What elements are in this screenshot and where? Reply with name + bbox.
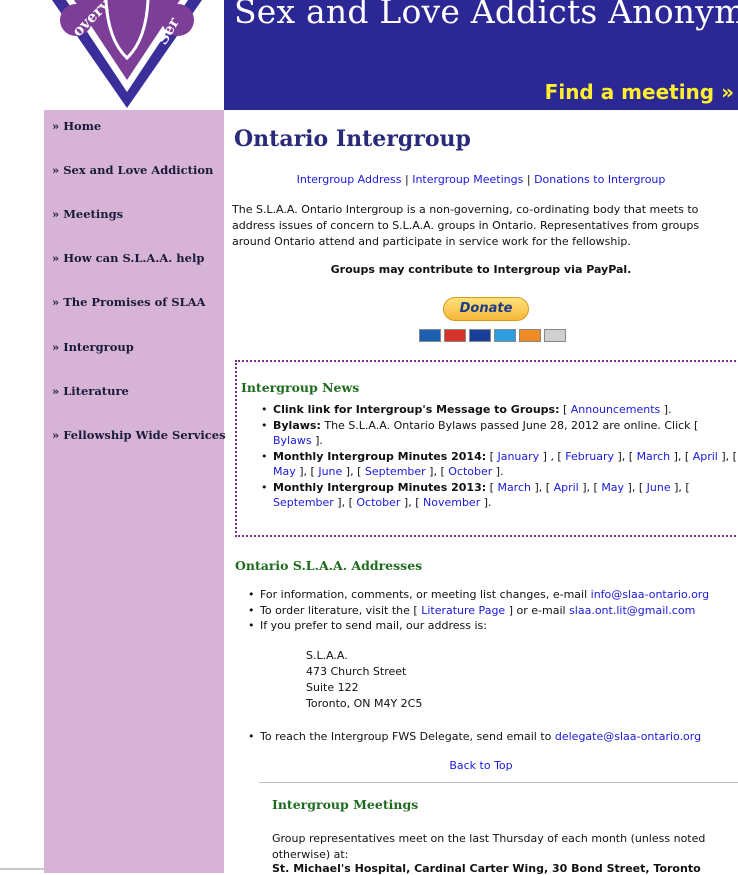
mastercard-icon (444, 329, 466, 342)
minutes-2013-april-link[interactable]: April (554, 481, 579, 494)
meetings-location: St. Michael's Hospital, Cardinal Carter … (272, 862, 701, 875)
news-minutes-2014-item: Monthly Intergroup Minutes 2014: [ Janua… (237, 449, 737, 480)
amex-card-icon (494, 329, 516, 342)
bylaws-label: Bylaws: (273, 418, 321, 432)
announce-label: Clink link for Intergroup's Message to G… (273, 403, 560, 416)
meetings-text: Group representatives meet on the last T… (272, 832, 706, 861)
sidebar-item-intergroup[interactable]: » Intergroup (52, 340, 134, 354)
minutes-2013-may-link[interactable]: May (601, 481, 624, 494)
literature-item: To order literature, visit the [ Literat… (224, 603, 738, 619)
delegate-list: To reach the Intergroup FWS Delegate, se… (224, 729, 738, 745)
minutes-2014-october-link[interactable]: October (448, 465, 492, 478)
payment-cards (419, 329, 569, 342)
minutes-2014-february-link[interactable]: February (565, 450, 614, 463)
literature-page-link[interactable]: Literature Page (421, 604, 505, 617)
minutes-2013-june-link[interactable]: June (647, 481, 671, 494)
sidebar-item-fellowship-wide-services[interactable]: » Fellowship Wide Services (52, 428, 226, 442)
addresses-heading: Ontario S.L.A.A. Addresses (235, 558, 423, 573)
visa-card-icon (469, 329, 491, 342)
announcements-link[interactable]: Announcements (571, 403, 660, 416)
minutes-2014-may-link[interactable]: May (273, 465, 296, 478)
news-heading: Intergroup News (241, 380, 360, 395)
intro-paragraph: The S.L.A.A. Ontario Intergroup is a non… (232, 203, 700, 248)
info-text: For information, comments, or meeting li… (260, 588, 588, 601)
bylaws-link[interactable]: Bylaws (273, 434, 312, 447)
minutes-2014-label: Monthly Intergroup Minutes 2014: (273, 449, 487, 463)
sidebar-item-home[interactable]: » Home (52, 119, 101, 133)
find-meeting-link[interactable]: Find a meeting » (545, 80, 734, 104)
info-email-link[interactable]: info@slaa-ontario.org (591, 588, 709, 601)
separator: | (401, 173, 413, 186)
back-to-top-link[interactable]: Back to Top (449, 759, 512, 772)
back-to-top-container: Back to Top (224, 759, 738, 772)
mail-item: If you prefer to send mail, our address … (224, 618, 738, 634)
sidebar-item-meetings[interactable]: » Meetings (52, 207, 123, 221)
minutes-2013-march-link[interactable]: March (497, 481, 531, 494)
literature-or-text: or e-mail (516, 603, 566, 617)
postal-line-street: 473 Church Street (306, 665, 407, 678)
logo-graphic: overy Ser (52, 0, 202, 108)
literature-email-link[interactable]: slaa.ont.lit@gmail.com (569, 604, 695, 617)
donations-link[interactable]: Donations to Intergroup (534, 173, 665, 186)
minutes-2013-label: Monthly Intergroup Minutes 2013: (273, 480, 487, 494)
minutes-2013-september-link[interactable]: September (273, 496, 334, 509)
literature-text: To order literature, visit the (260, 603, 410, 617)
sidebar-item-how-can-slaa-help[interactable]: » How can S.L.A.A. help (52, 251, 204, 265)
minutes-2014-april-link[interactable]: April (693, 450, 718, 463)
news-bylaws-item: Bylaws: The S.L.A.A. Ontario Bylaws pass… (237, 418, 737, 449)
intergroup-address-link[interactable]: Intergroup Address (297, 173, 402, 186)
delegate-email-link[interactable]: delegate@slaa-ontario.org (555, 730, 701, 743)
sidebar-item-promises[interactable]: » The Promises of SLAA (52, 295, 205, 309)
page-title: Ontario Intergroup (234, 126, 471, 152)
maestro-card-icon (419, 329, 441, 342)
postal-line-name: S.L.A.A. (306, 649, 348, 662)
postal-address: S.L.A.A. 473 Church Street Suite 122 Tor… (306, 648, 422, 712)
sidebar-item-sex-and-love-addiction[interactable]: » Sex and Love Addiction (52, 163, 213, 177)
postal-line-suite: Suite 122 (306, 681, 359, 694)
bank-icon (544, 329, 566, 342)
paypal-note: Groups may contribute to Intergroup via … (330, 263, 632, 276)
delegate-text: To reach the Intergroup FWS Delegate, se… (260, 730, 552, 743)
header-banner: Sex and Love Addicts Anonymous Find a me… (224, 0, 738, 110)
postal-line-city: Toronto, ON M4Y 2C5 (306, 697, 423, 710)
site-title: Sex and Love Addicts Anonymous (234, 0, 738, 31)
minutes-2013-october-link[interactable]: October (356, 496, 400, 509)
news-minutes-2013-item: Monthly Intergroup Minutes 2013: [ March… (237, 480, 737, 511)
sidebar-nav: » Home » Sex and Love Addiction » Meetin… (44, 110, 226, 873)
divider (259, 782, 738, 783)
separator: | (523, 173, 535, 186)
minutes-2014-september-link[interactable]: September (365, 465, 426, 478)
mail-text: If you prefer to send mail, our address … (260, 619, 487, 632)
donate-button[interactable]: Donate (443, 297, 529, 321)
discover-card-icon (519, 329, 541, 342)
news-announcements-item: Clink link for Intergroup's Message to G… (237, 402, 737, 418)
intergroup-meetings-link[interactable]: Intergroup Meetings (412, 173, 523, 186)
left-gutter (0, 0, 44, 873)
quick-links: Intergroup Address | Intergroup Meetings… (224, 173, 738, 186)
sidebar-item-literature[interactable]: » Literature (52, 384, 129, 398)
news-list: Clink link for Intergroup's Message to G… (237, 402, 737, 511)
main-content: Ontario Intergroup Intergroup Address | … (224, 110, 738, 875)
slaa-logo[interactable]: overy Ser (44, 0, 224, 110)
intergroup-news-box: Intergroup News Clink link for Intergrou… (235, 360, 738, 537)
minutes-2013-november-link[interactable]: November (423, 496, 480, 509)
info-email-item: For information, comments, or meeting li… (224, 587, 738, 603)
delegate-item: To reach the Intergroup FWS Delegate, se… (224, 729, 738, 745)
minutes-2014-june-link[interactable]: June (318, 465, 342, 478)
bylaws-text: The S.L.A.A. Ontario Bylaws passed June … (324, 418, 691, 432)
meetings-heading: Intergroup Meetings (272, 797, 419, 812)
minutes-2014-march-link[interactable]: March (637, 450, 671, 463)
minutes-2014-january-link[interactable]: January (497, 450, 539, 463)
addresses-list: For information, comments, or meeting li… (224, 587, 738, 634)
